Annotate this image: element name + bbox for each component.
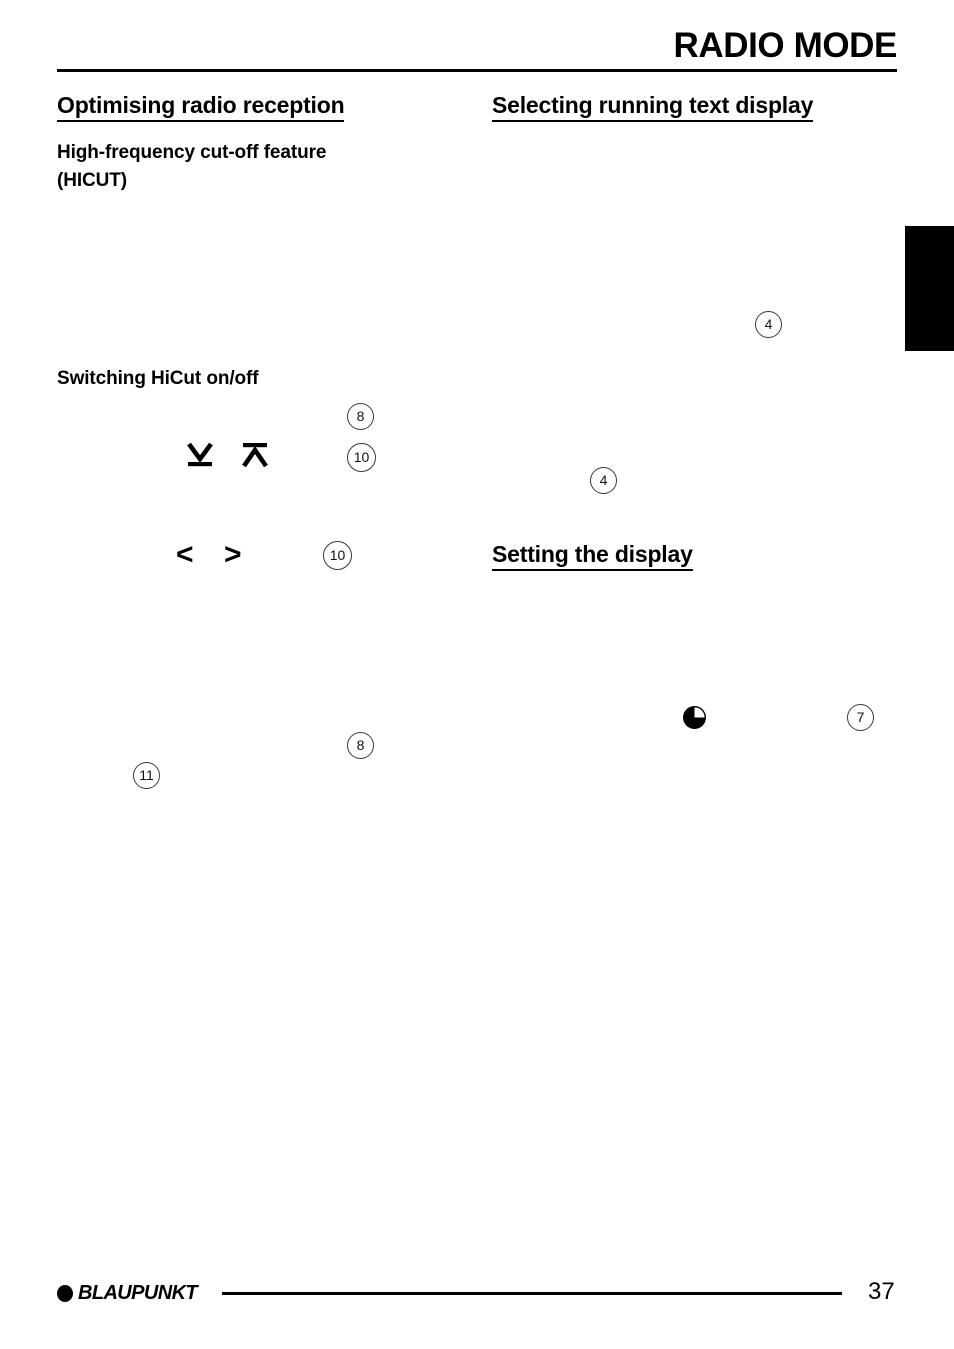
callout-marker-8: 8	[347, 403, 374, 430]
arrow-up-with-bar-icon	[240, 441, 270, 473]
callout-marker-11: 11	[133, 762, 160, 789]
heading-selecting-running-text-display: Selecting running text display	[492, 92, 813, 123]
page-number: 37	[868, 1278, 895, 1305]
callout-marker-4-second: 4	[590, 467, 617, 494]
subheading-hicut-line1: High-frequency cut-off feature	[57, 142, 327, 163]
subheading-switching-hicut-on-off: Switching HiCut on/off	[57, 368, 259, 389]
blaupunkt-dot-icon	[57, 1284, 73, 1302]
callout-marker-10-second: 10	[323, 541, 352, 570]
brand-logo: BLAUPUNKT	[57, 1281, 198, 1305]
callout-marker-8-second: 8	[347, 732, 374, 759]
chevron-right-icon: >	[224, 538, 242, 571]
right-column: Selecting running text display 4 4 Setti…	[492, 0, 892, 1349]
chevron-left-icon: <	[176, 538, 194, 571]
callout-marker-10: 10	[347, 443, 376, 472]
brand-name: BLAUPUNKT	[78, 1282, 198, 1304]
chapter-tab-marker	[905, 226, 954, 351]
arrow-down-with-bar-icon	[185, 441, 215, 473]
clock-icon	[682, 705, 707, 730]
subheading-hicut-line2: (HICUT)	[57, 170, 128, 191]
callout-marker-4: 4	[755, 311, 782, 338]
heading-optimising-radio-reception: Optimising radio reception	[57, 92, 345, 123]
left-column: Optimising radio reception High-frequenc…	[57, 0, 457, 1349]
manual-page: RADIO MODE Optimising radio reception Hi…	[0, 0, 954, 1349]
heading-setting-the-display: Setting the display	[492, 541, 693, 572]
callout-marker-7: 7	[847, 704, 874, 731]
footer-divider	[222, 1292, 842, 1295]
